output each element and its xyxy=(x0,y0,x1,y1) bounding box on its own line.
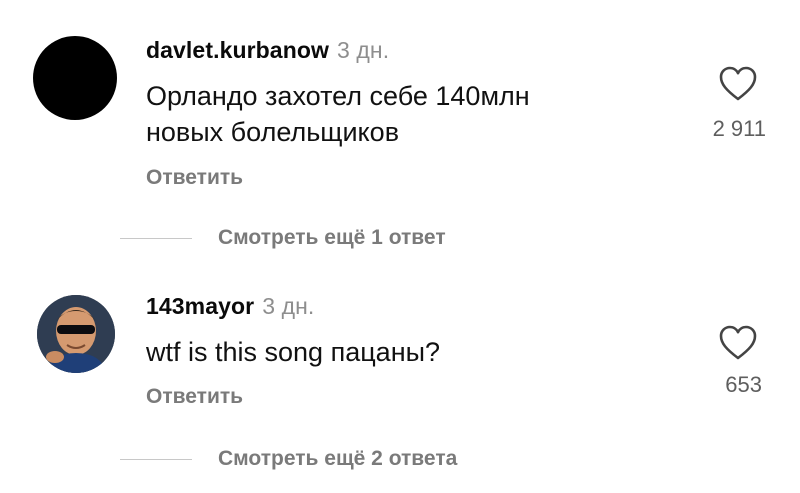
comment-text: wtf is this song пацаны? xyxy=(146,334,440,370)
comment-author-line: 143mayor 3 дн. xyxy=(146,293,314,320)
like-count: 653 xyxy=(725,372,762,397)
comments-panel: davlet.kurbanow 3 дн. Орландо захотел себ… xyxy=(0,0,800,493)
view-more-replies-button[interactable]: Смотреть ещё 2 ответа xyxy=(120,444,457,474)
divider-line xyxy=(120,458,192,460)
comment-text-line: wtf is this song пацаны? xyxy=(146,337,441,367)
comment-time: 3 дн. xyxy=(262,293,315,319)
avatar[interactable] xyxy=(37,295,115,373)
avatar-photo-icon xyxy=(37,295,115,373)
view-more-replies-label: Смотреть ещё 2 ответа xyxy=(218,447,458,470)
reply-button[interactable]: Ответить xyxy=(146,385,243,409)
comment-item: 143mayor 3 дн. wtf is this song пацаны? О… xyxy=(0,0,800,493)
heart-outline-icon[interactable] xyxy=(718,325,758,361)
username[interactable]: 143mayor xyxy=(146,293,254,319)
